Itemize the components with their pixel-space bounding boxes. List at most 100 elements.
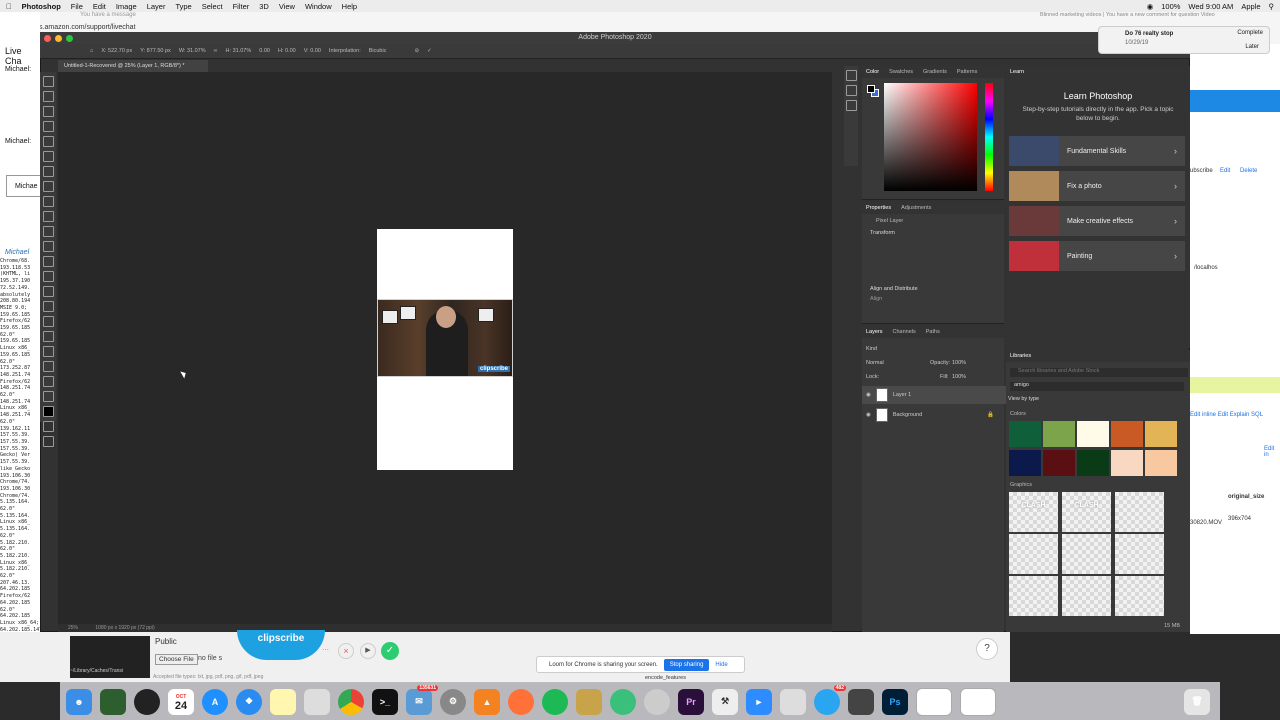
fill-field[interactable]: 100%	[952, 374, 966, 380]
library-graphic[interactable]: CLASH	[1009, 492, 1058, 532]
later-button[interactable]: Later	[1245, 44, 1259, 50]
eyedropper-tool-icon[interactable]	[42, 166, 54, 177]
menu-3d[interactable]: 3D	[259, 2, 269, 11]
paragraph-panel-icon[interactable]	[845, 100, 857, 111]
trash-icon[interactable]: 🗑	[1184, 688, 1210, 715]
firefox-icon[interactable]	[508, 688, 534, 715]
textedit-icon[interactable]	[304, 688, 330, 715]
layer-1-photo[interactable]: clipscribe	[377, 299, 513, 377]
atom-icon[interactable]	[610, 688, 636, 715]
safari-icon[interactable]: ❖	[236, 688, 262, 715]
tab-libraries[interactable]: Libraries	[1010, 353, 1031, 359]
utility-icon[interactable]: ⚒	[712, 688, 738, 715]
frame-tool-icon[interactable]	[42, 151, 54, 162]
library-select[interactable]: amigo	[1010, 382, 1184, 391]
lock-icon[interactable]: 🔒	[987, 412, 994, 418]
move-tool-icon[interactable]	[42, 76, 54, 87]
library-search-input[interactable]: Search libraries and Adobe Stock	[1010, 368, 1188, 377]
menu-file[interactable]: File	[71, 2, 83, 11]
blend-mode-select[interactable]: Normal	[866, 360, 884, 366]
tab-adjustments[interactable]: Adjustments	[901, 205, 931, 211]
window-thumbnail-1[interactable]	[916, 687, 952, 716]
window-thumbnail-2[interactable]	[960, 687, 996, 716]
layer-name[interactable]: Layer 1	[893, 392, 911, 398]
link-edit-2[interactable]: Edit	[1218, 412, 1228, 418]
gradient-tool-icon[interactable]	[42, 256, 54, 267]
clock[interactable]: Wed 9:00 AM	[1188, 2, 1233, 11]
tab-layers[interactable]: Layers	[866, 329, 883, 335]
home-icon[interactable]: ⌂	[90, 48, 93, 54]
marquee-tool-icon[interactable]	[42, 91, 54, 102]
eraser-tool-icon[interactable]	[42, 241, 54, 252]
library-color-swatch[interactable]	[1043, 421, 1075, 447]
eye-icon[interactable]: ◉	[866, 412, 871, 418]
reminder-notification[interactable]: Do 76 realty stop 10/29/19 Complete Late…	[1098, 26, 1270, 54]
healing-tool-icon[interactable]	[42, 181, 54, 192]
link-edit[interactable]: Edit	[1220, 168, 1230, 174]
library-color-swatch[interactable]	[1077, 450, 1109, 476]
close-button[interactable]	[44, 35, 51, 42]
finish-recording-icon[interactable]: ✓	[381, 642, 399, 660]
link-edit-in[interactable]: Edit in	[1264, 446, 1280, 458]
battery-level[interactable]: 100%	[1161, 2, 1180, 11]
help-icon[interactable]: ?	[976, 638, 998, 660]
menu-filter[interactable]: Filter	[233, 2, 250, 11]
library-color-swatch[interactable]	[1009, 450, 1041, 476]
hide-button[interactable]: Hide	[715, 662, 727, 668]
library-graphic[interactable]	[1062, 576, 1111, 616]
library-color-swatch[interactable]	[1145, 421, 1177, 447]
library-color-swatch[interactable]	[1043, 450, 1075, 476]
column-header[interactable]: original_size	[1228, 494, 1264, 500]
commit-transform-icon[interactable]: ✓	[427, 48, 432, 54]
tab-channels[interactable]: Channels	[893, 329, 916, 335]
library-color-swatch[interactable]	[1111, 450, 1143, 476]
premiere-icon[interactable]: Pr	[678, 688, 704, 715]
width-field[interactable]: W: 31.07%	[179, 48, 206, 54]
obs-icon[interactable]	[134, 688, 160, 715]
link-icon[interactable]: ∞	[214, 48, 218, 54]
learn-card-fundamental[interactable]: Fundamental Skills ›	[1009, 136, 1185, 166]
pause-icon[interactable]: ▶	[360, 643, 376, 659]
tab-learn[interactable]: Learn	[1010, 69, 1024, 75]
doc-size[interactable]: 1080 px x 1920 px (72 ppi)	[95, 625, 154, 631]
layer-name[interactable]: Background	[893, 412, 922, 418]
link-edit-inline[interactable]: Edit inline	[1190, 412, 1216, 418]
colors-section[interactable]: Colors	[1010, 411, 1026, 417]
learn-card-painting[interactable]: Painting ›	[1009, 241, 1185, 271]
tab-swatches[interactable]: Swatches	[889, 69, 913, 75]
menu-layer[interactable]: Layer	[147, 2, 166, 11]
interpolation-select[interactable]: Bicubic	[369, 48, 387, 54]
library-graphic[interactable]	[1115, 492, 1164, 532]
library-graphic[interactable]: CLASH	[1062, 492, 1111, 532]
calendar-icon[interactable]: OCT 24	[168, 688, 194, 715]
finder-icon[interactable]: ☻	[66, 688, 92, 715]
type-tool-icon[interactable]	[42, 316, 54, 327]
menu-help[interactable]: Help	[342, 2, 357, 11]
quicktime-icon[interactable]	[644, 688, 670, 715]
v-skew-field[interactable]: V: 0.00	[304, 48, 321, 54]
character-panel-icon[interactable]	[845, 85, 857, 96]
search-icon[interactable]: ⚲	[1269, 2, 1275, 11]
tab-color[interactable]: Color	[866, 69, 879, 75]
cancel-transform-icon[interactable]: ⊘	[414, 48, 419, 54]
menu-image[interactable]: Image	[116, 2, 137, 11]
stamp-tool-icon[interactable]	[42, 211, 54, 222]
menu-app-name[interactable]: Photoshop	[22, 2, 61, 11]
mail-icon[interactable]: ✉ 135631	[406, 684, 438, 715]
library-graphic[interactable]	[1062, 534, 1111, 574]
history-panel-icon[interactable]	[845, 70, 857, 81]
wifi-icon[interactable]: ◉	[1147, 2, 1154, 11]
script-editor-icon[interactable]	[780, 688, 806, 715]
opacity-field[interactable]: 100%	[952, 360, 966, 366]
apple-icon[interactable]: 	[6, 2, 12, 11]
stop-sharing-button[interactable]: Stop sharing	[663, 658, 710, 671]
zoom-button[interactable]	[66, 35, 73, 42]
menu-window[interactable]: Window	[305, 2, 332, 11]
tab-localhost[interactable]: /localhos	[1194, 265, 1218, 271]
path-select-tool-icon[interactable]	[42, 331, 54, 342]
link-explain-sql[interactable]: Explain SQL	[1230, 412, 1263, 418]
history-brush-tool-icon[interactable]	[42, 226, 54, 237]
tab-gradients[interactable]: Gradients	[923, 69, 947, 75]
view-by-select[interactable]: View by type	[1008, 396, 1039, 402]
user-name[interactable]: Apple	[1241, 2, 1260, 11]
